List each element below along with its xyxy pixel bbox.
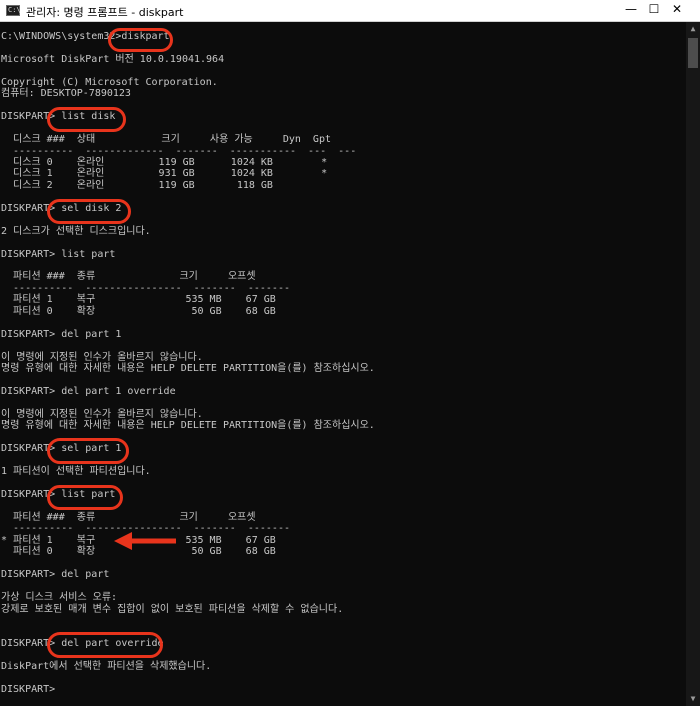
highlight-list-part [47,485,123,510]
scroll-up-arrow-icon[interactable]: ▲ [686,22,700,36]
console-line: DISKPART> [1,683,56,695]
console-line: 파티션 ### 종류 크기 오프셋 [1,271,256,283]
console-line: Copyright (C) Microsoft Corporation. [1,76,218,88]
console-line: DISKPART> list part [1,248,116,260]
red-arrow-icon [114,532,176,550]
console-line: DISKPART> del part [1,569,110,581]
console-line: DISKPART> del part 1 override [1,385,176,397]
console-line: DiskPart에서 선택한 파티션을 삭제했습니다. [1,660,212,672]
highlight-diskpart [108,28,173,52]
vertical-scrollbar[interactable]: ▲ ▼ [686,22,700,706]
console-line: 파티션 0 확장 50 GB 68 GB [1,305,276,317]
scroll-down-arrow-icon[interactable]: ▼ [686,692,700,706]
console-line: 1 파티션이 선택한 파티션입니다. [1,466,151,478]
console-line: 명령 유형에 대한 자세한 내용은 HELP DELETE PARTITION을… [1,420,375,432]
console-line: 파티션 ### 종류 크기 오프셋 [1,511,256,523]
console-line: 디스크 2 온라인 119 GB 118 GB [1,179,273,191]
console-line: Microsoft DiskPart 버전 10.0.19041.964 [1,53,225,65]
highlight-del-part-override [47,632,163,658]
console-line: DISKPART> del part 1 [1,328,122,340]
console-line: 강제로 보호된 매개 변수 집합이 없이 보호된 파티션을 삭제할 수 없습니다… [1,603,344,615]
close-button[interactable]: ✕ [654,0,700,22]
window-title: 관리자: 명령 프롬프트 - diskpart [26,6,184,19]
console-line: 디스크 ### 상태 크기 사용 가능 Dyn Gpt [1,134,331,146]
scrollbar-thumb[interactable] [688,38,698,68]
highlight-list-disk [47,107,126,132]
highlight-sel-part-1 [47,438,129,464]
console-line: 디스크 1 온라인 931 GB 1024 KB * [1,168,328,180]
command-prompt-icon: C:\ [6,5,21,16]
console-line: 2 디스크가 선택한 디스크입니다. [1,225,151,237]
title-bar: C:\ 관리자: 명령 프롬프트 - diskpart — ☐ ✕ [0,0,700,22]
console-line: 파티션 1 복구 535 MB 67 GB [1,294,276,306]
highlight-sel-disk-2 [47,199,131,224]
console-line: 컴퓨터: DESKTOP-7890123 [1,88,131,100]
console-line: 가상 디스크 서비스 오류: [1,592,118,604]
close-icon: ✕ [671,2,683,16]
console-line: ---------- ------------- ------- -------… [1,145,357,157]
console-line: 이 명령에 지정된 인수가 올바르지 않습니다. [1,351,203,363]
console-line: 명령 유형에 대한 자세한 내용은 HELP DELETE PARTITION을… [1,363,375,375]
